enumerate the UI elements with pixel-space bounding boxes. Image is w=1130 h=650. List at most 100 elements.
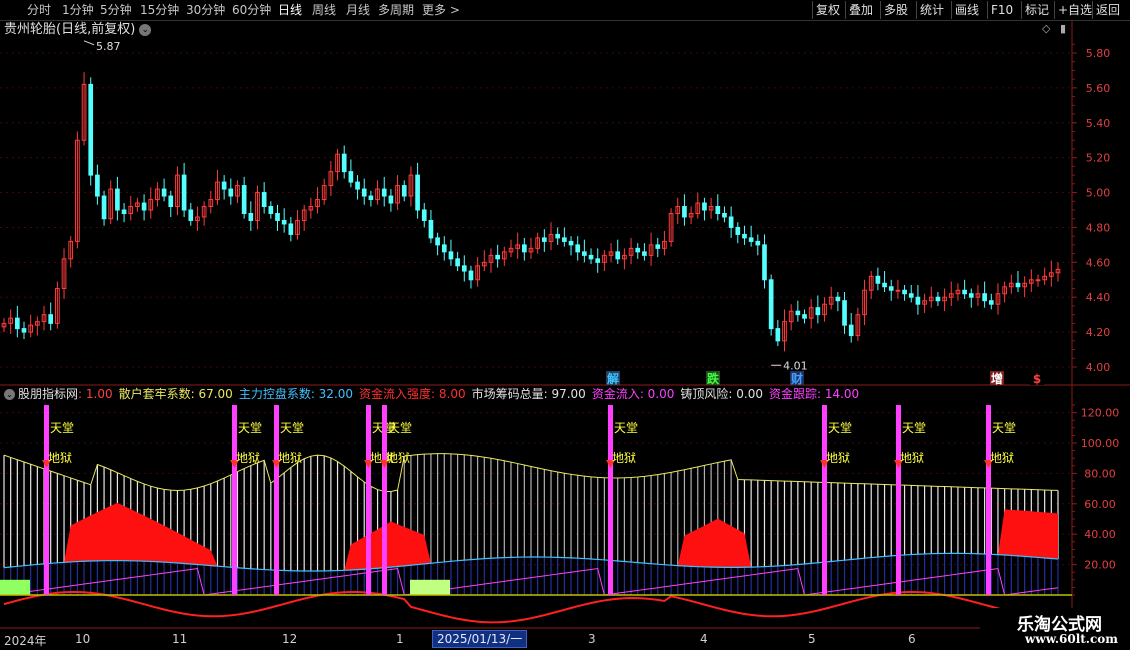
period-1[interactable]: 1分钟 bbox=[62, 2, 94, 18]
signal-column bbox=[232, 405, 237, 595]
candle-body bbox=[461, 265, 467, 272]
price-label: 4.00 bbox=[1086, 361, 1111, 374]
signal-bottom-label: 地狱 bbox=[612, 451, 636, 465]
candle-body bbox=[1035, 279, 1041, 282]
candle-body bbox=[355, 181, 360, 190]
date-label-0: 2024年 bbox=[4, 634, 47, 648]
signal-bottom-label: 地狱 bbox=[826, 451, 850, 465]
date-label-9: 6 bbox=[908, 632, 916, 646]
toolbar-button-4[interactable]: 画线 bbox=[951, 1, 982, 19]
candle-body bbox=[341, 153, 347, 173]
candle-body bbox=[248, 212, 254, 221]
candle-body bbox=[795, 310, 801, 316]
toolbar-button-1[interactable]: 叠加 bbox=[845, 1, 876, 19]
candle-body bbox=[221, 181, 227, 190]
indicator-field-6: 资金跟踪: 14.00 bbox=[768, 387, 860, 401]
candle-body bbox=[415, 174, 420, 211]
ind-axis-label: 120.00 bbox=[1081, 407, 1120, 420]
candle-body bbox=[835, 296, 841, 302]
candle-body bbox=[875, 275, 881, 284]
indicator-field-5: 铸顶风险: 0.00 bbox=[680, 387, 763, 401]
candle-body bbox=[715, 206, 721, 214]
candle-body bbox=[21, 328, 27, 333]
toolbar-button-2[interactable]: 多股 bbox=[880, 1, 911, 19]
candle-body bbox=[968, 293, 974, 298]
toolbar-button-3[interactable]: 统计 bbox=[916, 1, 947, 19]
watermark: 乐淘公式网 www.60lt.com bbox=[980, 608, 1130, 650]
candle-body bbox=[748, 237, 754, 242]
candle-body bbox=[281, 219, 287, 225]
indicator-field-3: 市场筹码总量: 97.00 bbox=[471, 387, 586, 401]
candle-body bbox=[642, 251, 647, 256]
price-label: 5.20 bbox=[1086, 152, 1111, 165]
date-label-6: 3 bbox=[588, 632, 596, 646]
candle-body bbox=[768, 279, 774, 330]
indicator-fields: 散户套牢系数: 67.00 主力控盘系数: 32.00 资金流入强度: 8.00 市场… bbox=[119, 387, 866, 401]
event-marker-2: 财 bbox=[790, 371, 803, 386]
event-marker-4: $ bbox=[1033, 372, 1041, 386]
date-label-7: 4 bbox=[700, 632, 708, 646]
candle-body bbox=[722, 212, 727, 218]
signal-bottom-label: 地狱 bbox=[278, 451, 302, 465]
period-toolbar: 分时 1分钟 5分钟 15分钟 30分钟 60分钟 日线 周线 月线 多周期 更多 > 复权 叠加 多股统… bbox=[0, 0, 1130, 21]
event-marker-0: 解 bbox=[607, 371, 619, 386]
candle-body bbox=[48, 314, 54, 324]
ind-axis-label: 40.00 bbox=[1084, 528, 1116, 541]
period-9[interactable]: 多周期 bbox=[378, 2, 414, 18]
signal-top-label: 天堂 bbox=[614, 421, 638, 435]
candle-body bbox=[421, 209, 427, 221]
price-label: 4.40 bbox=[1086, 291, 1111, 304]
period-10[interactable]: 更多 > bbox=[422, 2, 460, 18]
candle-body bbox=[595, 258, 601, 263]
candle-body bbox=[635, 247, 641, 253]
period-4[interactable]: 30分钟 bbox=[186, 2, 225, 18]
indicator-chevron-icon[interactable]: ⌄ bbox=[4, 389, 15, 400]
candle-body bbox=[1015, 282, 1021, 288]
candle-body bbox=[521, 244, 527, 253]
candle-body bbox=[908, 293, 914, 298]
ind-axis-label: 80.00 bbox=[1084, 467, 1116, 480]
period-6[interactable]: 日线 bbox=[278, 2, 302, 18]
candle-body bbox=[121, 209, 127, 214]
candle-body bbox=[562, 237, 567, 242]
period-3[interactable]: 15分钟 bbox=[140, 2, 179, 18]
candle-body bbox=[141, 202, 147, 211]
candle-body bbox=[882, 282, 887, 288]
signal-top-label: 天堂 bbox=[388, 421, 412, 435]
candle-body bbox=[188, 209, 194, 221]
period-0[interactable]: 分时 bbox=[27, 2, 51, 18]
indicator-value: : 1.00 bbox=[78, 387, 113, 401]
toolbar-button-6[interactable]: 标记 bbox=[1021, 1, 1052, 19]
signal-top-label: 天堂 bbox=[280, 421, 304, 435]
toolbar-button-8[interactable]: 返回 bbox=[1092, 1, 1123, 19]
candle-body bbox=[361, 188, 367, 197]
toolbar-button-5[interactable]: F10 bbox=[987, 1, 1016, 19]
candle-body bbox=[775, 328, 781, 342]
ind-axis-label: 60.00 bbox=[1084, 498, 1116, 511]
period-2[interactable]: 5分钟 bbox=[100, 2, 132, 18]
candle-body bbox=[15, 317, 20, 330]
indicator-field-0: 散户套牢系数: 67.00 bbox=[118, 387, 233, 401]
candle-body bbox=[542, 237, 547, 242]
ind-axis-label: 20.00 bbox=[1084, 559, 1116, 572]
signal-column bbox=[896, 405, 901, 595]
candle-body bbox=[935, 296, 941, 302]
high-marker-line bbox=[83, 40, 95, 46]
candle-body bbox=[848, 324, 854, 337]
candle-body bbox=[261, 192, 267, 208]
signal-bottom-label: 地狱 bbox=[900, 451, 924, 465]
candle-body bbox=[815, 307, 821, 316]
period-7[interactable]: 周线 bbox=[312, 2, 336, 18]
green-patch bbox=[410, 579, 450, 595]
candle-body bbox=[988, 300, 994, 305]
signal-column bbox=[822, 405, 827, 595]
candle-body bbox=[655, 244, 661, 249]
signal-top-label: 天堂 bbox=[992, 421, 1016, 435]
toolbar-button-7[interactable]: +自选 bbox=[1054, 1, 1095, 19]
period-8[interactable]: 月线 bbox=[346, 2, 370, 18]
candle-body bbox=[268, 206, 274, 214]
candle-body bbox=[728, 216, 734, 228]
watermark-url: www.60lt.com bbox=[1025, 632, 1118, 646]
period-5[interactable]: 60分钟 bbox=[232, 2, 271, 18]
toolbar-button-0[interactable]: 复权 bbox=[812, 1, 843, 19]
